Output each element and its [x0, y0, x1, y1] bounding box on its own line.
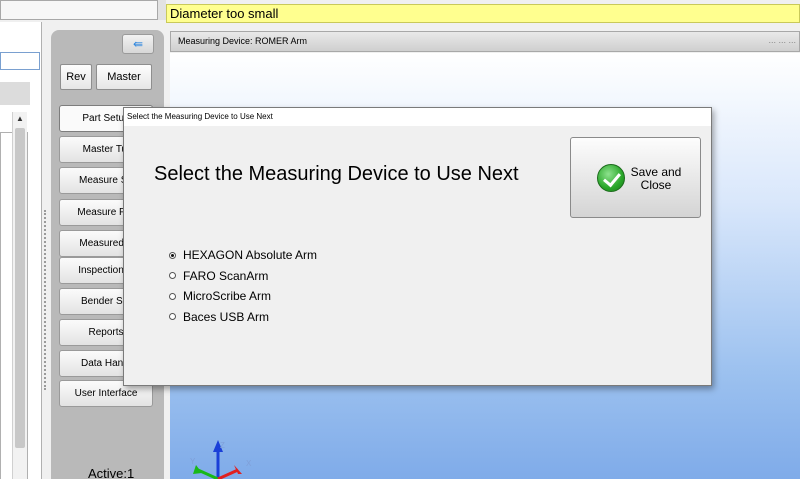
radio-button[interactable] — [169, 292, 176, 300]
radio-option-hexagon[interactable]: HEXAGON Absolute Arm — [169, 245, 317, 266]
scroll-thumb[interactable] — [15, 128, 25, 448]
master-button[interactable]: Master — [96, 64, 152, 90]
scroll-up-icon[interactable]: ▲ — [13, 112, 27, 126]
radio-option-baces[interactable]: Baces USB Arm — [169, 307, 317, 328]
radio-button[interactable] — [169, 272, 176, 280]
panel-splitter[interactable] — [44, 210, 47, 390]
left-header-strip — [0, 82, 30, 105]
save-and-close-button[interactable]: Save and Close — [570, 137, 701, 218]
more-options-icon[interactable]: ... ... ... — [768, 35, 796, 45]
radio-option-microscribe[interactable]: MicroScribe Arm — [169, 286, 317, 307]
back-arrow-button[interactable]: ⇚ — [122, 34, 154, 54]
measuring-device-label: Measuring Device: ROMER Arm — [178, 36, 308, 46]
checkmark-icon — [597, 164, 625, 192]
axes-triad-icon: Z Y X — [190, 440, 252, 479]
status-banner: Diameter too small — [166, 4, 800, 23]
radio-label: HEXAGON Absolute Arm — [183, 248, 318, 263]
top-separator — [158, 0, 166, 20]
select-device-dialog: Select the Measuring Device to Use Next … — [123, 107, 712, 386]
top-toolbar-field — [0, 0, 158, 20]
device-radio-group: HEXAGON Absolute Arm FARO ScanArm MicroS… — [169, 245, 317, 327]
z-axis-label: Z — [220, 441, 225, 450]
dialog-title: Select the Measuring Device to Use Next — [124, 108, 711, 126]
radio-button[interactable] — [169, 313, 176, 321]
device-bar: Measuring Device: ROMER Arm ... ... ... — [170, 31, 800, 52]
radio-option-faro[interactable]: FARO ScanArm — [169, 266, 317, 287]
y-axis-label: Y — [190, 457, 196, 466]
radio-label: MicroScribe Arm — [183, 289, 272, 304]
y-axis-arrow — [193, 465, 202, 474]
y-axis — [197, 468, 219, 479]
left-scrollbar[interactable]: ▲ — [12, 112, 27, 479]
radio-label: Baces USB Arm — [183, 309, 270, 324]
save-and-close-label: Save and Close — [630, 165, 682, 192]
rev-button[interactable]: Rev — [60, 64, 92, 90]
radio-button[interactable] — [169, 251, 176, 259]
x-axis — [217, 468, 239, 479]
left-search-input[interactable] — [0, 52, 40, 70]
x-axis-label: X — [246, 459, 252, 468]
radio-label: FARO ScanArm — [183, 268, 269, 283]
active-indicator: Active:1 — [88, 466, 135, 479]
dialog-heading: Select the Measuring Device to Use Next — [154, 163, 519, 185]
